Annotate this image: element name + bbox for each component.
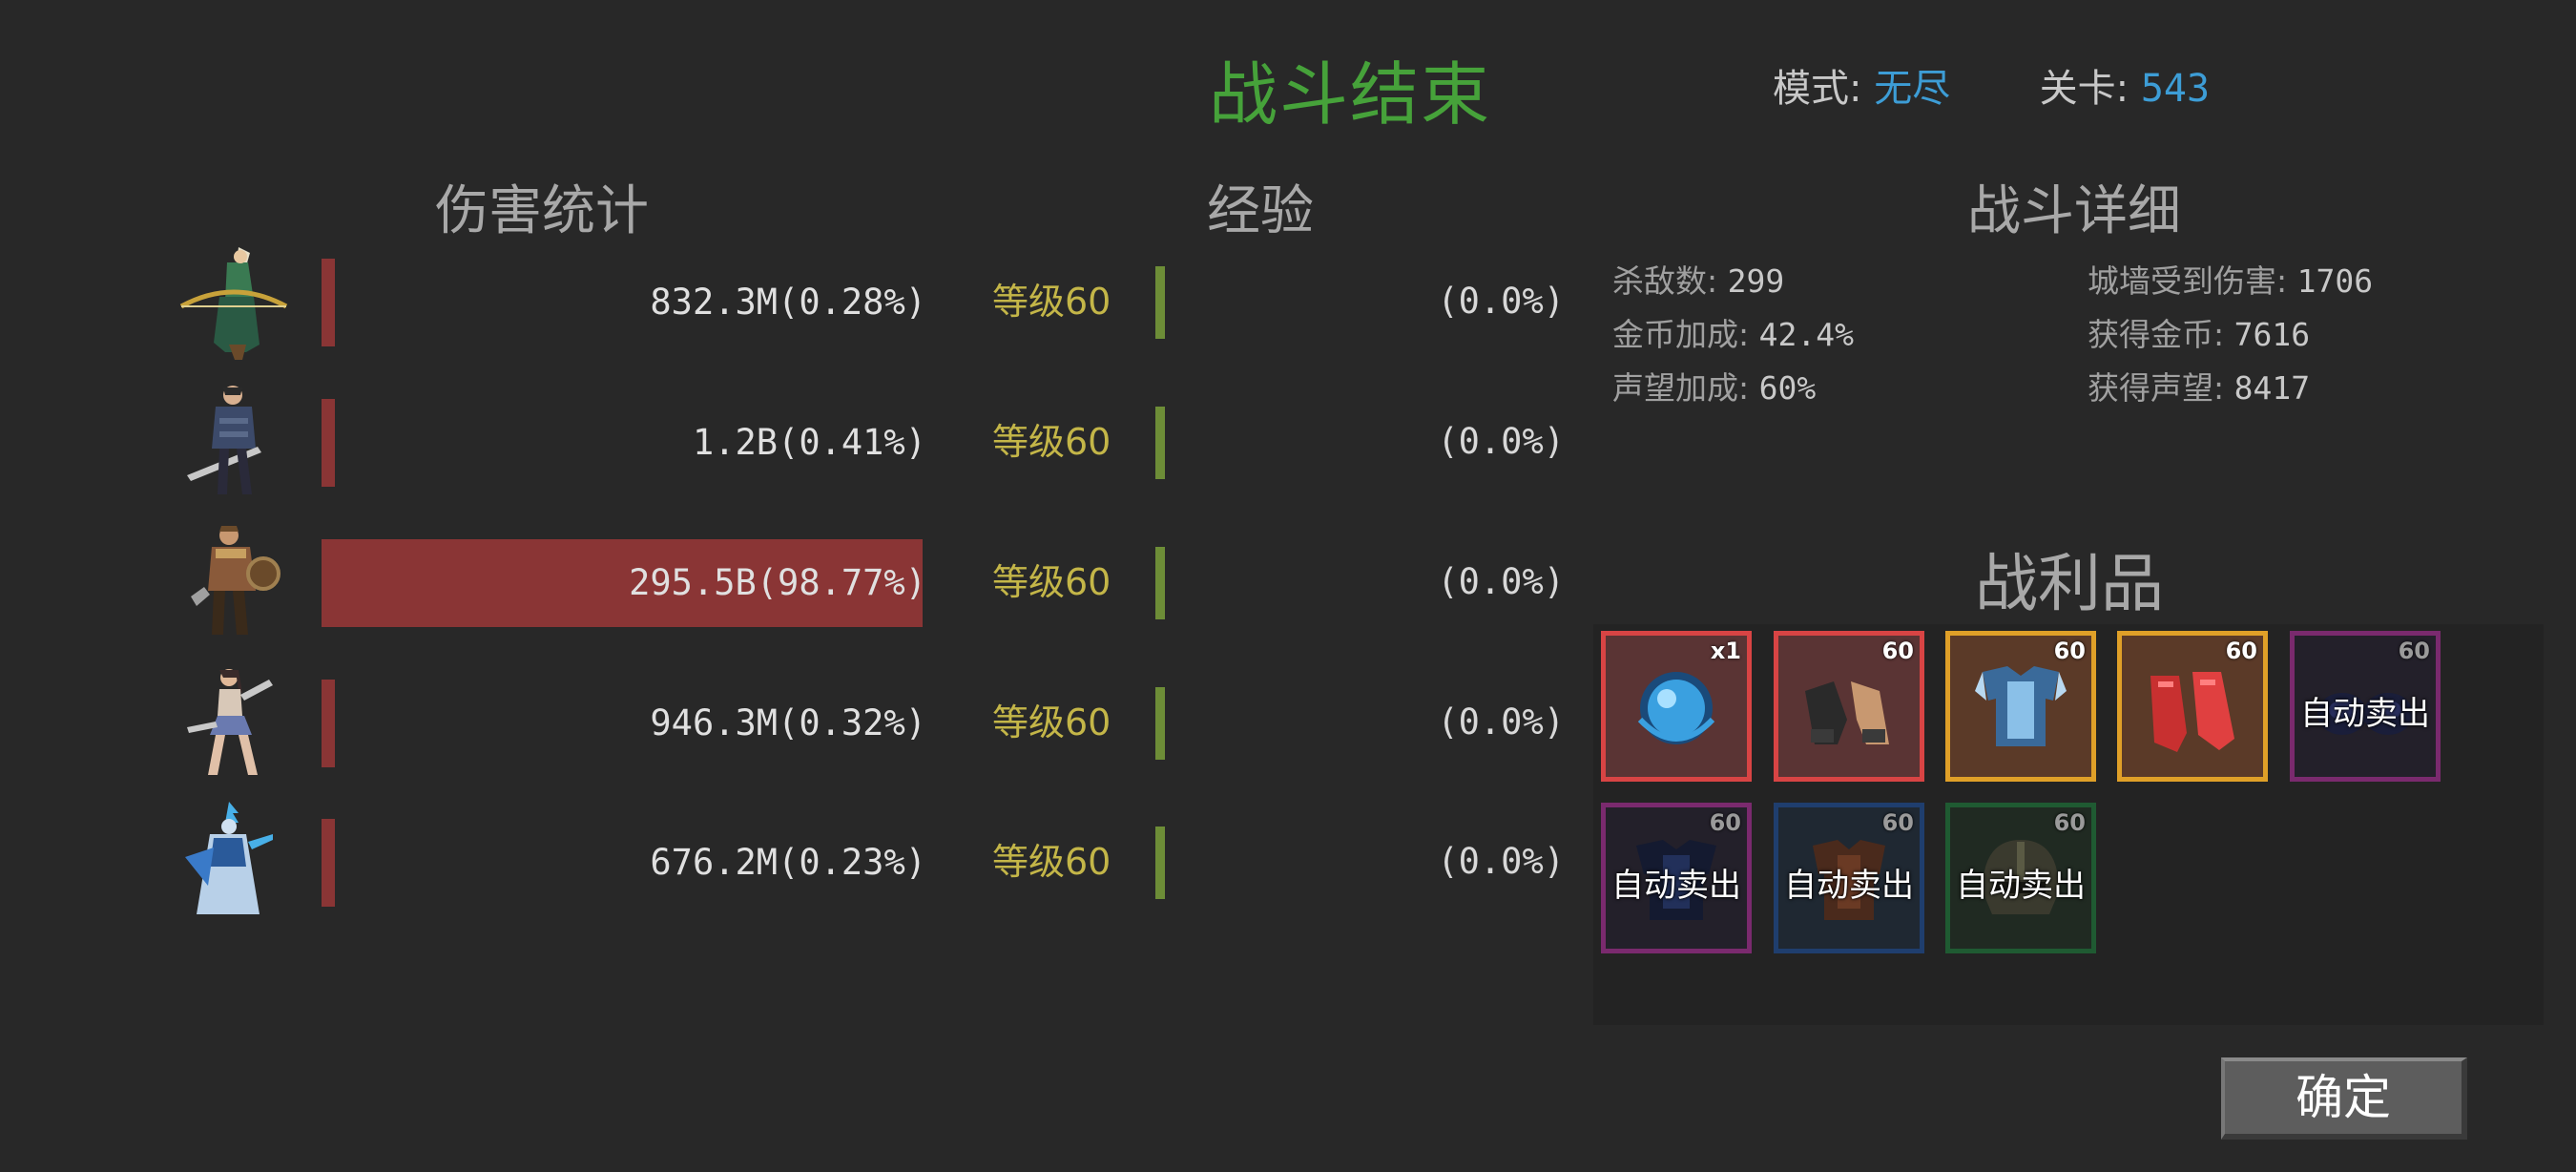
wall-damage-stat: 城墙受到伤害: 1706 [2088,256,2373,302]
loot-slot[interactable]: 60 自动卖出 [2290,631,2441,782]
hero-row: 832.3M(0.28%) 等级60 (0.0%) [172,240,1565,364]
fame-bonus-value: 60% [1758,369,1817,407]
loot-slot[interactable]: 60 [1945,631,2096,782]
loot-badge: 60 [2053,809,2086,836]
damage-bar-track: 946.3M(0.32%) [322,680,930,767]
fame-gained-stat: 获得声望: 8417 [2088,363,2310,408]
damage-bar [322,680,335,767]
auto-sell-label: 自动卖出 [1784,867,1914,905]
damage-value: 946.3M(0.32%) [650,702,926,743]
exp-value: (0.0%) [1437,841,1565,882]
damage-bar-track: 295.5B(98.77%) [322,539,930,627]
kills-value: 299 [1727,262,1785,300]
mode-label: 模式: [1773,67,1862,111]
auto-sell-label: 自动卖出 [1956,867,2086,905]
gold-gained-stat: 获得金币: 7616 [2088,309,2310,355]
damage-bar [322,399,335,487]
loot-badge: x1 [1710,638,1741,664]
exp-value: (0.0%) [1437,561,1565,602]
gold-gained-value: 7616 [2233,316,2311,353]
damage-bar-track: 832.3M(0.28%) [322,259,930,346]
fame-bonus-stat: 声望加成: 60% [1612,363,1816,408]
elf-archer-icon [172,240,296,364]
exp-bar [1155,687,1165,760]
exp-value: (0.0%) [1437,421,1565,462]
hero-level: 等级60 [992,281,1111,323]
stage-value: 543 [2140,67,2211,111]
exp-value: (0.0%) [1437,701,1565,743]
swordsman-icon [172,380,296,504]
kills-stat: 杀敌数: 299 [1612,256,1784,302]
loot-slot[interactable]: 60 [2117,631,2268,782]
hero-level: 等级60 [992,841,1111,883]
hero-row: 295.5B(98.77%) 等级60 (0.0%) [172,520,1565,644]
exp-bar [1155,547,1165,619]
loot-badge: 60 [1881,638,1914,664]
loot-slot[interactable]: 60 自动卖出 [1774,803,1924,953]
hero-level: 等级60 [992,421,1111,463]
damage-bar-track: 1.2B(0.41%) [322,399,930,487]
mode-stage-info: 模式: 无尽 关卡: 543 [1773,57,2210,113]
damage-bar [322,819,335,907]
damage-bar-track: 676.2M(0.23%) [322,819,930,907]
exp-bar [1155,407,1165,479]
loot-slot[interactable]: 60 自动卖出 [1945,803,2096,953]
gold-bonus-value: 42.4% [1758,316,1854,353]
hero-level: 等级60 [992,701,1111,743]
loot-badge: 60 [1881,809,1914,836]
mode-value: 无尽 [1874,67,1951,111]
loot-slot[interactable]: 60 [1774,631,1924,782]
kills-label: 杀敌数: [1612,262,1718,300]
gold-bonus-label: 金币加成: [1612,316,1750,353]
barbarian-icon [172,520,296,644]
damage-value: 295.5B(98.77%) [629,562,926,603]
damage-value: 1.2B(0.41%) [692,422,926,463]
ice-sorceress-icon [172,800,296,924]
auto-sell-label: 自动卖出 [2300,695,2430,733]
gold-gained-label: 获得金币: [2088,316,2225,353]
battle-details-heading: 战斗详细 [1967,180,2181,242]
hero-row: 946.3M(0.32%) 等级60 (0.0%) [172,660,1565,785]
damage-bar [322,259,335,346]
gold-bonus-stat: 金币加成: 42.4% [1612,309,1854,355]
dancer-icon [172,660,296,785]
loot-badge: 60 [2398,638,2430,664]
wall-damage-label: 城墙受到伤害: [2088,262,2288,300]
hero-row: 676.2M(0.23%) 等级60 (0.0%) [172,800,1565,924]
damage-value: 832.3M(0.28%) [650,282,926,323]
fame-gained-label: 获得声望: [2088,369,2225,407]
loot-badge: 60 [1709,809,1741,836]
exp-heading: 经验 [1207,180,1314,242]
stage-label: 关卡: [2039,67,2129,111]
exp-bar [1155,266,1165,339]
hero-level: 等级60 [992,561,1111,603]
hero-row: 1.2B(0.41%) 等级60 (0.0%) [172,380,1565,504]
loot-heading: 战利品 [1975,547,2164,620]
loot-slot[interactable]: 60 自动卖出 [1601,803,1752,953]
loot-slot[interactable]: x1 [1601,631,1752,782]
fame-gained-value: 8417 [2233,369,2311,407]
fame-bonus-label: 声望加成: [1612,369,1750,407]
wall-damage-value: 1706 [2296,262,2374,300]
damage-value: 676.2M(0.23%) [650,842,926,883]
damage-stats-heading: 伤害统计 [435,180,649,242]
exp-bar [1155,827,1165,899]
confirm-button[interactable]: 确定 [2221,1057,2467,1140]
loot-badge: 60 [2053,638,2086,664]
loot-badge: 60 [2225,638,2257,664]
exp-value: (0.0%) [1437,281,1565,322]
battle-end-title: 战斗结束 [1208,54,1491,135]
auto-sell-label: 自动卖出 [1611,867,1741,905]
